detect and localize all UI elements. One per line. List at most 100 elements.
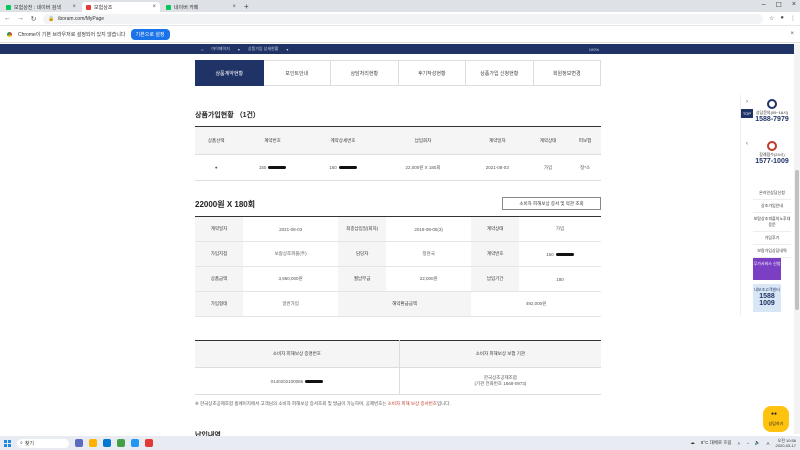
lock-icon: 🔒 [48, 15, 55, 22]
label-cell: 최종납입일(회차) [338, 216, 387, 242]
browser-tab-1[interactable]: 보험상조 × [82, 2, 160, 12]
scrollbar-thumb[interactable] [795, 170, 799, 310]
label-cell: 계약일자 [195, 216, 243, 242]
tab-member-info[interactable]: 회원정보변경 [533, 60, 601, 86]
chrome-icon[interactable] [117, 439, 125, 447]
reload-icon[interactable]: ↻ [30, 15, 37, 23]
value-cell: 3,960,000원 [243, 266, 339, 292]
clock[interactable]: 오전 10:56 2020-03-17 [776, 438, 796, 448]
contract-table: 상품선택 계약번호 계약상세번호 납입회차 계약일자 계약상태 피보험 ● 15… [195, 126, 601, 181]
contract-date-cell: 2021-08-03 [467, 154, 527, 181]
network-icon[interactable]: ◔ [746, 441, 749, 446]
set-default-button[interactable]: 기본으로 설정 [130, 28, 170, 40]
free-service-banner[interactable]: 무가서비스 신청 [753, 258, 781, 280]
label-cell: 계약번호 [471, 241, 520, 267]
forward-icon[interactable]: → [17, 15, 24, 22]
menu-dots-icon[interactable]: ⋮ [790, 15, 796, 22]
chevron-up-icon[interactable]: ˄ [738, 441, 741, 446]
column-header: 소비자 피해보상 보험 기관 [398, 340, 601, 368]
product-title: 22000원 X 180회 [195, 200, 256, 209]
column-header: 피보험 [569, 126, 601, 155]
tab-favicon-icon [166, 4, 171, 10]
quick-link-history[interactable]: 보람가입상담내역 [753, 245, 791, 258]
app-icon[interactable] [145, 439, 153, 447]
tab-close-icon[interactable]: × [232, 4, 236, 10]
browser-tabbar: 보험상전 : 네이버 검색 × 보험상조 × 네이버 카페 × + – ☐ × [0, 0, 800, 12]
minimize-icon[interactable]: – [762, 1, 766, 9]
tab-close-icon[interactable]: × [72, 4, 76, 10]
chevron-left-icon[interactable]: ‹ [741, 139, 753, 150]
weather-text[interactable]: 8°C 대체로 흐림 [701, 440, 732, 446]
note-highlight: 소비자 피해 보상 증서번호 [387, 401, 437, 406]
taskbar-search[interactable]: ⌕ 찾기 [17, 438, 69, 448]
quick-link-reviews[interactable]: 가입후기 [753, 232, 791, 245]
tab-consultation[interactable]: 상담처리현황 [331, 60, 399, 86]
site-bar-right [605, 44, 800, 54]
chat-button[interactable]: 상담하기 [763, 406, 789, 432]
redaction-mark [305, 379, 324, 383]
table-row: 가입형태 일반가입 해약환급금액 492,000원 [195, 291, 601, 317]
tab-contract-status[interactable]: 상품계약현황 [195, 60, 264, 86]
bookmark-star-icon[interactable]: ☆ [769, 15, 774, 22]
system-tray: ☁ 8°C 대체로 흐림 ˄ ◔ 🔈 A 오전 10:56 2020-03-17 [690, 438, 796, 448]
browser-tab-2[interactable]: 네이버 카페 × [162, 2, 240, 12]
banner-phone-1: 1588 [759, 293, 775, 300]
site-breadcrumb-bar: ⌂ 마이페이지 ▾ 상품가입 상세현황 ▾ 100% [195, 44, 605, 54]
windows-start-icon[interactable] [4, 439, 11, 447]
top-button[interactable]: TOP [741, 109, 753, 118]
tab-points[interactable]: 포인트안내 [263, 60, 331, 86]
site-bar-left [0, 44, 195, 54]
quick-link-answer[interactable]: 보람상조피플의노후대응문 [753, 213, 791, 232]
url-input[interactable]: 🔒 iboram.com/MyPage [43, 13, 763, 24]
contract-section-title: 상품가입현황 （1건） [195, 112, 260, 119]
chevron-down-icon: ▾ [286, 46, 289, 52]
file-explorer-icon[interactable] [89, 439, 97, 447]
quick-link-guide[interactable]: 상조가입안내 [753, 200, 791, 213]
maximize-icon[interactable]: ☐ [776, 1, 782, 9]
label-cell: 상품금액 [195, 266, 243, 292]
quick-link-online[interactable]: 온라인상담신청 [753, 187, 791, 200]
edge-icon[interactable] [103, 439, 111, 447]
volume-icon[interactable]: 🔈 [755, 440, 761, 446]
store-icon[interactable] [131, 439, 139, 447]
home-icon[interactable]: ⌂ [201, 47, 203, 52]
table-row[interactable]: ● 150 150 22,000원 X 180회 2021-08-03 가입 정… [195, 154, 601, 181]
table-row: 0140202100066 한국상조공제조합 (기관 전화번호 1668-097… [195, 367, 601, 395]
breadcrumb-current[interactable]: 상품가입 상세현황 [248, 46, 279, 52]
profile-icon[interactable]: ● [780, 15, 784, 22]
tab-close-icon[interactable]: × [152, 4, 156, 10]
status-cell: 가입 [526, 154, 570, 181]
new-tab-button[interactable]: + [244, 2, 249, 12]
certificate-note: ※ 한국상조공제조합 홈페이지에서 고객님의 소비자 피해보상 증서조회 및 발… [195, 401, 451, 406]
agency-phone: (기관 전화번호 1668-0973) [474, 381, 527, 386]
column-header: 계약번호 [237, 126, 308, 155]
counsel-phone: 1588-7979 [755, 116, 789, 123]
label-cell: 담당자 [338, 241, 387, 267]
browser-tab-0[interactable]: 보험상전 : 네이버 검색 × [2, 2, 80, 12]
chevron-right-icon[interactable]: › [741, 97, 753, 108]
breadcrumb-home[interactable]: 마이페이지 [211, 46, 229, 52]
value-cell: 150 [519, 241, 601, 267]
protection-table: 소비자 피해보상 증명번호 소비자 피해보상 보험 기관 01402021000… [195, 340, 601, 395]
value-cell: 보람상조피플(주) [243, 241, 339, 267]
emergency-contact[interactable]: 장례접수(24시) 1577-1009 [753, 141, 791, 165]
column-header: 소비자 피해보상 증명번호 [195, 340, 400, 368]
back-icon[interactable]: ← [4, 15, 11, 22]
tab-reviews[interactable]: 후기작성현황 [398, 60, 466, 86]
column-header: 상품선택 [195, 126, 238, 155]
ime-indicator[interactable]: A [767, 441, 770, 446]
select-radio[interactable]: ● [195, 154, 238, 181]
chevron-down-icon: ▾ [237, 46, 240, 52]
task-view-icon[interactable] [75, 439, 83, 447]
contract-no-cell: 150 [237, 154, 308, 181]
tab-favicon-icon [6, 4, 11, 10]
close-window-icon[interactable]: × [792, 1, 796, 9]
infobar-close-icon[interactable]: × [790, 31, 794, 37]
detail-no-cell: 150 [307, 154, 379, 181]
counsel-contact[interactable]: 상담문의(09~18시) 1588-7979 [753, 99, 791, 123]
weather-icon[interactable]: ☁ [690, 440, 695, 446]
customer-center-banner[interactable]: 내보조고객센터 1588 1009 [753, 284, 781, 312]
tab-label: 보험상조 [94, 4, 113, 11]
tab-applications[interactable]: 상품가입 신청현황 [466, 60, 534, 86]
certificate-inquiry-button[interactable]: 소비자 피해보상 증서 및 약관 조회 [502, 197, 601, 210]
